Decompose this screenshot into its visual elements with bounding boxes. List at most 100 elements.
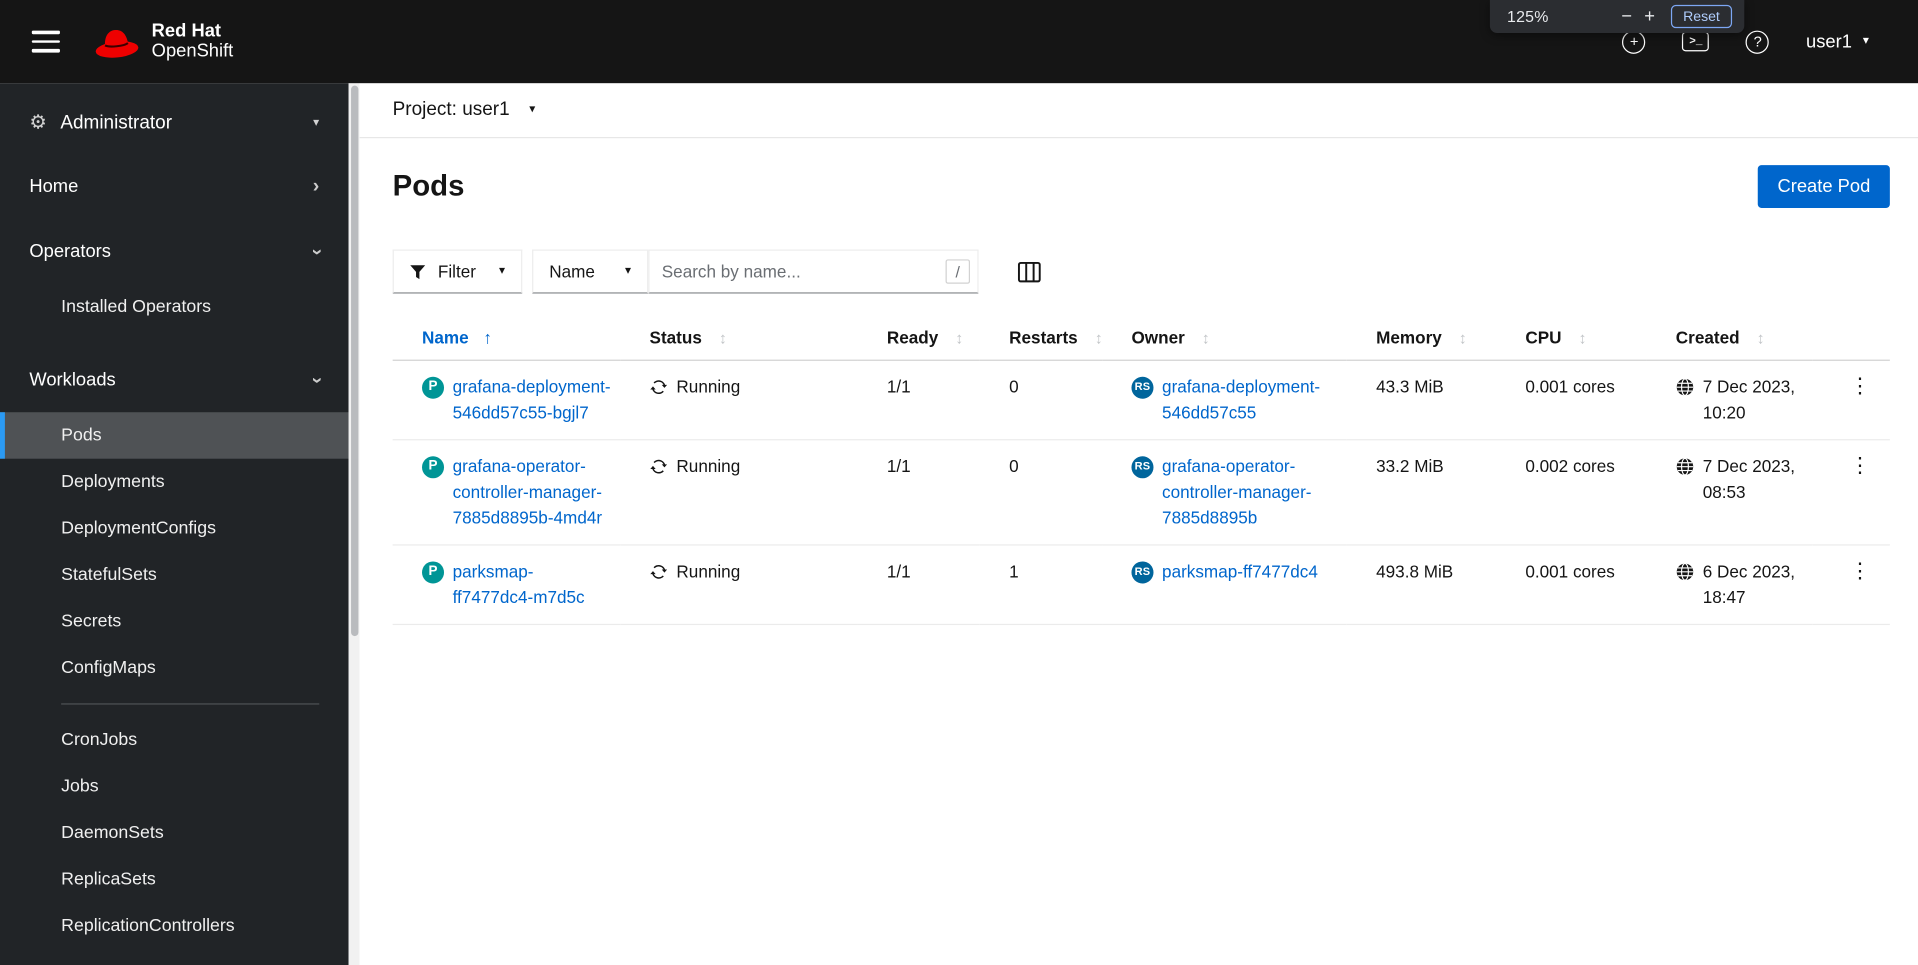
column-header-cpu[interactable]: CPU ↕ xyxy=(1495,315,1647,361)
hamburger-bar xyxy=(31,49,60,53)
pod-name-link[interactable]: parksmap-ff7477dc4-m7d5c xyxy=(453,559,613,610)
owner-link[interactable]: parksmap-ff7477dc4 xyxy=(1162,559,1318,585)
openshift-console: Red Hat OpenShift + >_ ? user1 ▾ 125% − … xyxy=(0,0,1918,965)
cli-terminal-icon[interactable]: >_ xyxy=(1682,31,1710,52)
pod-name-link[interactable]: grafana-operator-controller-manager-7885… xyxy=(453,454,613,531)
sidebar-item-configmaps[interactable]: ConfigMaps xyxy=(0,645,349,691)
memory-value: 33.2 MiB xyxy=(1376,456,1444,476)
restarts-value: 0 xyxy=(1009,456,1019,476)
perspective-label: Administrator xyxy=(60,112,173,134)
pod-badge: P xyxy=(422,376,445,399)
search-group: / xyxy=(648,249,979,294)
create-pod-button[interactable]: Create Pod xyxy=(1757,165,1890,208)
sidebar-item-deployments[interactable]: Deployments xyxy=(0,459,349,505)
quick-create-plus-icon[interactable]: + xyxy=(1622,29,1646,54)
project-label: Project: user1 xyxy=(392,99,510,120)
sidebar-nav: ⚙ Administrator ▾ Home › Operators › Ins… xyxy=(0,83,349,965)
timestamp-globe-icon xyxy=(1676,457,1694,476)
pod-badge: P xyxy=(422,455,445,478)
redhat-openshift-logo[interactable]: Red Hat OpenShift xyxy=(93,21,233,61)
workloads-subnav: Pods Deployments DeploymentConfigs State… xyxy=(0,412,349,965)
list-toolbar: Filter ▾ Name ▾ / xyxy=(360,208,1918,294)
timestamp-globe-icon xyxy=(1676,378,1694,396)
kebab-menu-button[interactable]: ⋮ xyxy=(1842,559,1877,583)
kebab-menu-button[interactable]: ⋮ xyxy=(1842,374,1877,398)
perspective-switcher[interactable]: ⚙ Administrator ▾ xyxy=(0,83,349,154)
sidebar-item-replicasets[interactable]: ReplicaSets xyxy=(0,856,349,902)
project-selector[interactable]: Project: user1 ▾ xyxy=(393,99,536,121)
column-header-ready[interactable]: Ready ↕ xyxy=(857,315,980,361)
timestamp-globe-icon xyxy=(1676,563,1694,581)
sidebar-item-statefulsets[interactable]: StatefulSets xyxy=(0,552,349,598)
browser-zoom-popup: 125% − + Reset xyxy=(1489,0,1745,34)
kebab-menu-button[interactable]: ⋮ xyxy=(1842,454,1877,478)
sort-ascending-icon: ↑ xyxy=(483,327,492,348)
table-row: P parksmap-ff7477dc4-m7d5c Running 1/1 1… xyxy=(392,544,1890,626)
owner-link[interactable]: grafana-operator-controller-manager-7885… xyxy=(1162,454,1339,531)
brand-line2: OpenShift xyxy=(151,40,234,62)
column-header-created[interactable]: Created ↕ xyxy=(1646,315,1813,361)
chevron-down-icon: › xyxy=(306,248,328,255)
sidebar-item-pods[interactable]: Pods xyxy=(0,412,349,459)
sidebar-item-installed-operators[interactable]: Installed Operators xyxy=(0,284,349,330)
replicaset-badge: RS xyxy=(1131,560,1154,583)
restarts-value: 0 xyxy=(1009,376,1019,397)
column-header-memory[interactable]: Memory ↕ xyxy=(1346,315,1496,361)
sidebar-item-deploymentconfigs[interactable]: DeploymentConfigs xyxy=(0,505,349,551)
running-sync-icon xyxy=(650,459,668,474)
filter-dropdown[interactable]: Filter ▾ xyxy=(392,249,523,294)
sidebar-item-jobs[interactable]: Jobs xyxy=(0,763,349,809)
table-row: P grafana-deployment-546dd57c55-bgjl7 Ru… xyxy=(392,360,1890,441)
nav-divider xyxy=(61,703,320,705)
column-header-status[interactable]: Status ↕ xyxy=(620,315,858,361)
hamburger-bar xyxy=(31,30,60,34)
table-row: P grafana-operator-controller-manager-78… xyxy=(392,439,1890,546)
project-bar: Project: user1 ▾ xyxy=(359,83,1918,139)
sidebar-item-cronjobs[interactable]: CronJobs xyxy=(0,717,349,763)
page-header: Pods Create Pod xyxy=(360,138,1918,208)
manage-columns-button[interactable] xyxy=(1015,259,1043,285)
sidebar-scrollbar[interactable] xyxy=(348,83,360,965)
pod-name-link[interactable]: grafana-deployment-546dd57c55-bgjl7 xyxy=(453,374,613,425)
help-icon[interactable]: ? xyxy=(1746,29,1770,54)
owner-link[interactable]: grafana-deployment-546dd57c55 xyxy=(1162,374,1339,425)
column-header-restarts[interactable]: Restarts ↕ xyxy=(979,315,1103,361)
pod-badge: P xyxy=(422,560,445,583)
cpu-value: 0.001 cores xyxy=(1525,561,1615,582)
user-menu[interactable]: user1 ▾ xyxy=(1806,31,1869,52)
search-input[interactable] xyxy=(648,249,979,294)
column-header-owner[interactable]: Owner ↕ xyxy=(1102,315,1347,361)
sort-icon: ↕ xyxy=(1756,329,1765,348)
sidebar-item-daemonsets[interactable]: DaemonSets xyxy=(0,810,349,856)
main-content: Project: user1 ▾ Pods Create Pod Filter … xyxy=(359,83,1918,965)
masthead-utilities: + >_ ? user1 ▾ xyxy=(1622,29,1918,54)
ready-value: 1/1 xyxy=(886,376,911,397)
sort-icon: ↕ xyxy=(1578,329,1587,348)
chevron-down-icon: ▾ xyxy=(1862,34,1870,48)
scrollbar-thumb[interactable] xyxy=(350,85,358,637)
manage-columns-icon xyxy=(1017,261,1041,282)
zoom-reset-button[interactable]: Reset xyxy=(1670,4,1733,29)
search-attribute-dropdown[interactable]: Name ▾ xyxy=(532,249,649,294)
attribute-label: Name xyxy=(549,261,595,282)
status-text: Running xyxy=(676,456,741,476)
zoom-level: 125% xyxy=(1506,7,1549,26)
brand-text: Red Hat OpenShift xyxy=(152,21,234,61)
sidebar-section-home[interactable]: Home › xyxy=(0,154,349,219)
sidebar-item-secrets[interactable]: Secrets xyxy=(0,598,349,644)
pods-table: Name ↑ Status ↕ Ready ↕ Restarts ↕ Owner ↕ xyxy=(392,315,1890,626)
sidebar-section-operators[interactable]: Operators › xyxy=(0,219,349,284)
brand-line1: Red Hat xyxy=(151,20,222,41)
running-sync-icon xyxy=(650,380,668,395)
sidebar-item-replicationcontrollers[interactable]: ReplicationControllers xyxy=(0,903,349,949)
chevron-down-icon: ▾ xyxy=(313,116,320,130)
column-header-actions xyxy=(1812,315,1890,361)
zoom-out-button[interactable]: − xyxy=(1615,5,1638,28)
column-header-name[interactable]: Name ↑ xyxy=(392,315,621,361)
hamburger-bar xyxy=(31,40,60,44)
sidebar-section-workloads[interactable]: Workloads › xyxy=(0,347,349,412)
zoom-in-button[interactable]: + xyxy=(1638,5,1661,28)
chevron-down-icon: ▾ xyxy=(499,264,506,278)
table-header-row: Name ↑ Status ↕ Ready ↕ Restarts ↕ Owner ↕ xyxy=(392,315,1890,361)
nav-toggle-hamburger-icon[interactable] xyxy=(20,15,74,69)
